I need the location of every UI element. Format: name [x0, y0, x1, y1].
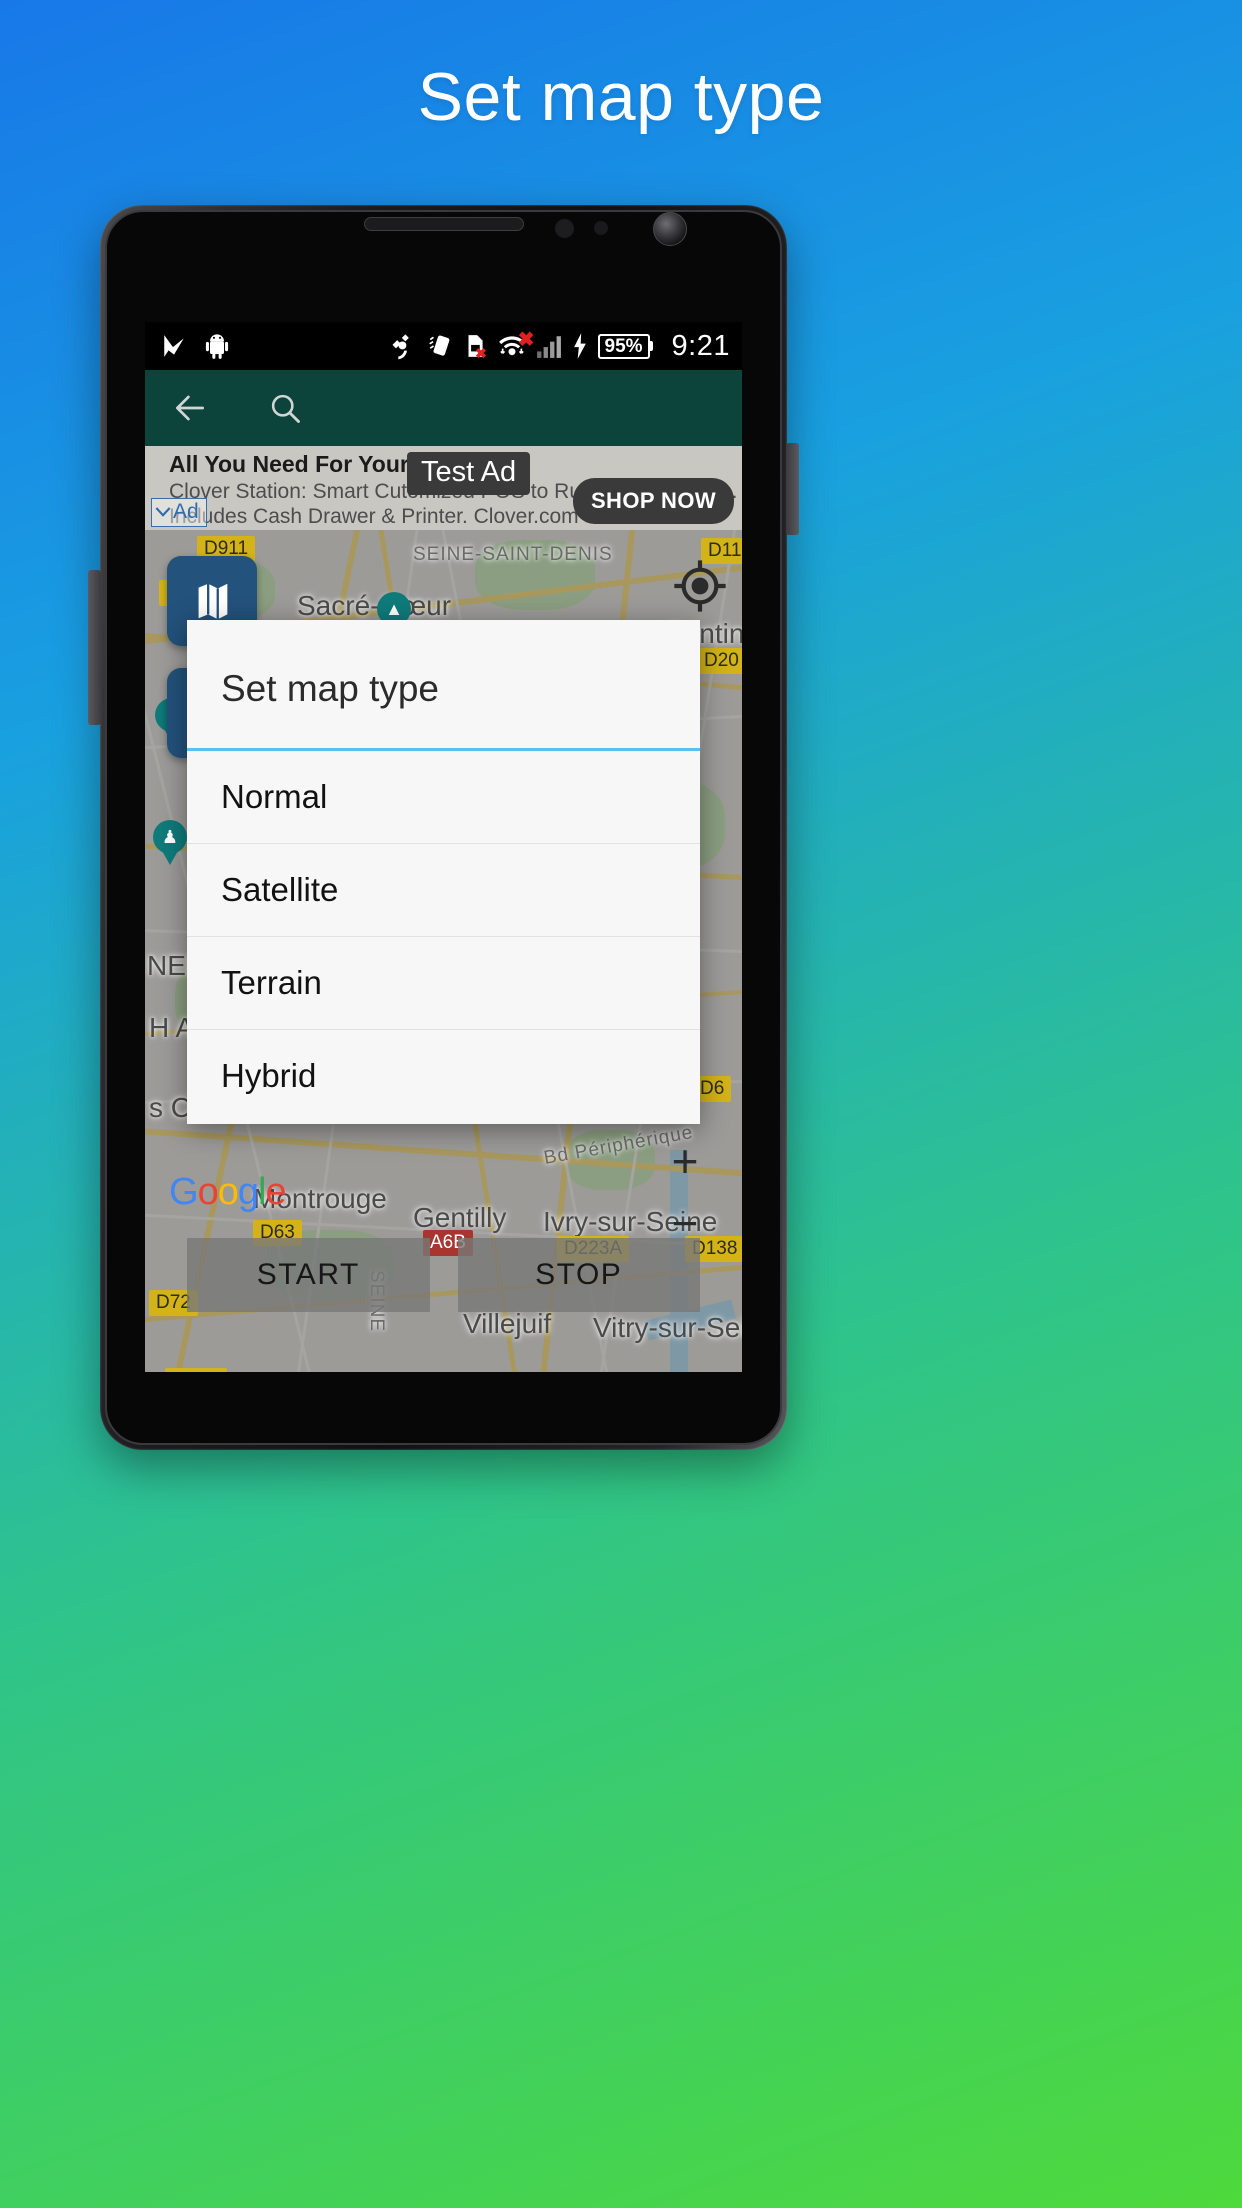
sim-card-error-icon — [468, 335, 486, 359]
dialog-option-hybrid[interactable]: Hybrid — [187, 1030, 700, 1122]
charging-bolt-icon — [573, 333, 586, 359]
phone-screen: ✖ 95% 9:21 All You Need For Your Busines… — [145, 322, 742, 1372]
light-sensor-icon — [594, 221, 608, 235]
dialog-title: Set map type — [221, 668, 440, 709]
proximity-sensor-icon — [555, 219, 574, 238]
road-shield: D20 — [697, 648, 742, 674]
battery-indicator: 95% — [597, 333, 653, 359]
status-bar: ✖ 95% 9:21 — [145, 322, 742, 370]
ad-banner[interactable]: All You Need For Your Business Clover St… — [145, 446, 742, 530]
page-title: Set map type — [417, 59, 825, 135]
test-ad-badge: Test Ad — [407, 452, 531, 495]
my-location-button[interactable] — [672, 558, 728, 614]
phone-device-frame: ✖ 95% 9:21 All You Need For Your Busines… — [88, 205, 799, 1450]
wifi-error-icon-wrapper: ✖ — [497, 329, 535, 363]
ad-disclosure-chip[interactable]: Ad — [151, 498, 207, 527]
wifi-error-x-icon: ✖ — [517, 328, 535, 351]
start-button[interactable]: START — [187, 1238, 430, 1312]
set-map-type-dialog: Set map type Normal Satellite Terrain Hy… — [187, 620, 700, 1124]
dialog-option-satellite[interactable]: Satellite — [187, 844, 700, 937]
gps-satellite-icon — [392, 334, 409, 360]
map-place-label: Sacré-Cœur — [297, 590, 452, 621]
back-arrow-icon[interactable] — [171, 389, 209, 427]
map-place-label: Vitry-sur-Seine — [593, 1312, 742, 1343]
volume-button[interactable] — [88, 570, 101, 725]
my-location-icon — [674, 560, 726, 612]
signal-bars-icon — [536, 336, 561, 358]
rotate-device-icon — [428, 335, 449, 356]
dialog-option-terrain[interactable]: Terrain — [187, 937, 700, 1030]
battery-percent-label: 95% — [597, 333, 650, 359]
front-camera-icon — [653, 212, 687, 246]
android-robot-icon — [205, 334, 229, 359]
checkmark-flag-icon — [164, 335, 184, 357]
map-place-label: Villejuif — [463, 1308, 552, 1339]
map-action-buttons: START STOP — [145, 1238, 742, 1312]
zoom-in-button[interactable]: + — [658, 1130, 712, 1192]
road-shield: D74A — [165, 1368, 227, 1372]
phone-bezel: ✖ 95% 9:21 All You Need For Your Busines… — [105, 210, 782, 1445]
status-bar-left-icons — [161, 332, 231, 360]
earpiece-speaker — [363, 217, 524, 231]
map-layers-icon — [198, 583, 228, 620]
dialog-option-normal[interactable]: Normal — [187, 751, 700, 844]
dialog-option-list: Normal Satellite Terrain Hybrid — [187, 751, 700, 1124]
chevron-down-icon — [155, 507, 171, 517]
search-icon[interactable] — [267, 390, 303, 426]
stop-button[interactable]: STOP — [457, 1238, 700, 1312]
ad-chip-label: Ad — [173, 500, 199, 523]
map-marker[interactable]: ♟ — [153, 820, 187, 865]
status-bar-right-icons: ✖ 95% 9:21 — [388, 329, 730, 363]
status-bar-clock: 9:21 — [671, 329, 730, 362]
map-place-label: SEINE-SAINT-DENIS — [413, 544, 613, 565]
power-button[interactable] — [786, 443, 799, 535]
app-toolbar — [145, 370, 742, 446]
shop-now-button[interactable]: SHOP NOW — [572, 478, 734, 524]
zoom-controls[interactable]: + − — [658, 1130, 712, 1254]
google-attribution-logo: Google — [169, 1171, 287, 1213]
